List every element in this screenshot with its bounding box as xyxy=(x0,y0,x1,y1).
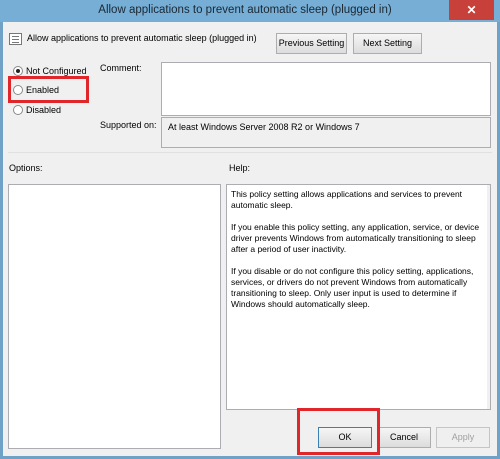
radio-label-enabled: Enabled xyxy=(26,85,60,95)
radio-circle-checked[interactable] xyxy=(13,66,23,76)
help-label: Help: xyxy=(229,163,251,173)
supported-on-value: At least Windows Server 2008 R2 or Windo… xyxy=(161,117,491,148)
help-scrollbar[interactable] xyxy=(487,185,490,409)
policy-title: Allow applications to prevent automatic … xyxy=(27,33,257,43)
comment-label: Comment: xyxy=(100,63,142,73)
radio-label-disabled: Disabled xyxy=(26,105,62,115)
options-label: Options: xyxy=(9,163,43,173)
options-panel[interactable] xyxy=(8,184,221,449)
policy-setting-icon xyxy=(9,33,22,45)
cancel-button[interactable]: Cancel xyxy=(377,427,431,448)
help-panel[interactable]: This policy setting allows applications … xyxy=(226,184,491,410)
title-bar[interactable]: Allow applications to prevent automatic … xyxy=(0,0,500,22)
radio-circle[interactable] xyxy=(13,105,23,115)
help-paragraph: If you disable or do not configure this … xyxy=(231,266,474,309)
apply-button[interactable]: Apply xyxy=(436,427,490,448)
previous-setting-button[interactable]: Previous Setting xyxy=(276,33,347,54)
window-title: Allow applications to prevent automatic … xyxy=(98,4,392,16)
ok-button[interactable]: OK xyxy=(318,427,372,448)
close-icon: ✕ xyxy=(466,3,477,17)
help-paragraph: This policy setting allows applications … xyxy=(231,189,463,210)
supported-on-label: Supported on: xyxy=(100,120,157,130)
radio-not-configured[interactable]: Not Configured xyxy=(13,64,87,78)
next-setting-button[interactable]: Next Setting xyxy=(353,33,422,54)
comment-textarea[interactable] xyxy=(161,62,491,116)
close-button[interactable]: ✕ xyxy=(449,0,494,20)
radio-label-not-configured: Not Configured xyxy=(26,66,87,76)
help-paragraph: If you enable this policy setting, any a… xyxy=(231,222,480,254)
radio-enabled[interactable]: Enabled xyxy=(13,83,59,97)
radio-disabled[interactable]: Disabled xyxy=(13,103,61,117)
section-divider xyxy=(8,152,492,153)
radio-circle[interactable] xyxy=(13,85,23,95)
